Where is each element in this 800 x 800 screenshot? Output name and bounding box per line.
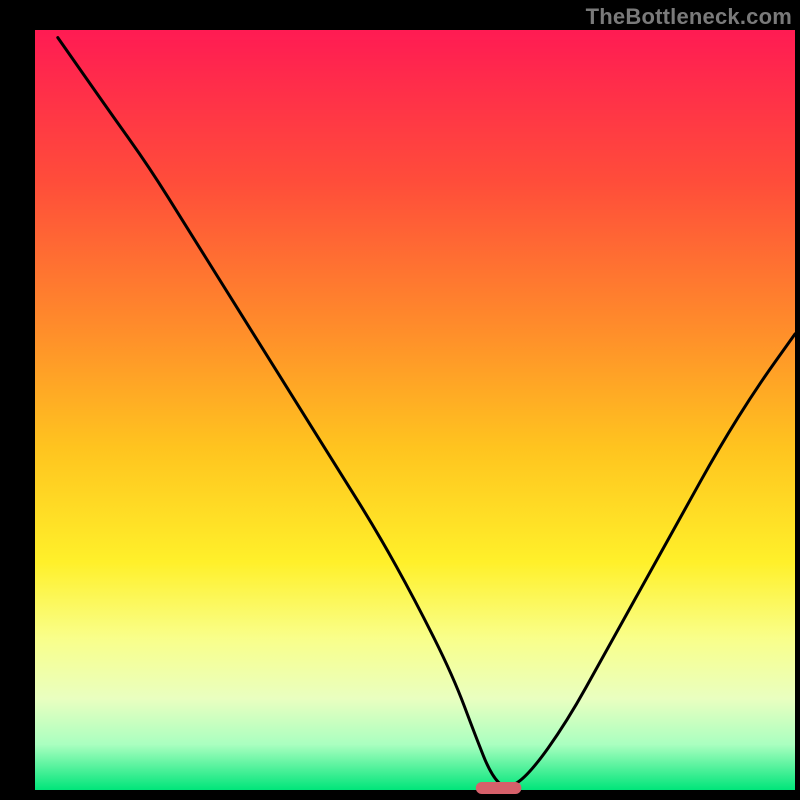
bottleneck-chart [0, 0, 800, 800]
watermark-text: TheBottleneck.com [586, 4, 792, 30]
chart-container: TheBottleneck.com [0, 0, 800, 800]
plot-background [35, 30, 795, 790]
optimal-marker [476, 782, 522, 794]
